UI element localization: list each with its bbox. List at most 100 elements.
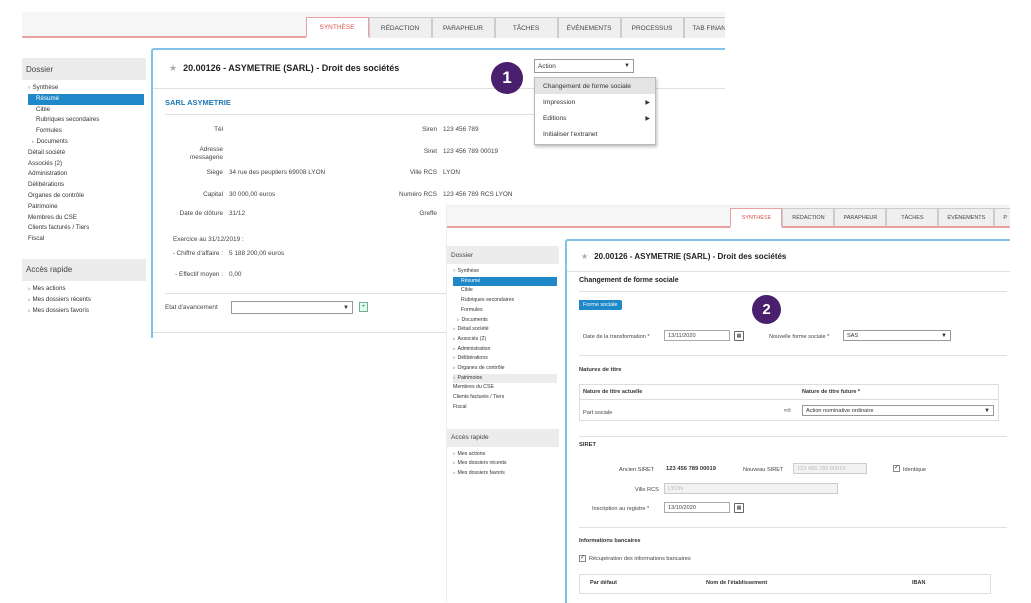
label-identique: Identique <box>903 467 927 473</box>
nav-item-formules[interactable]: Formules <box>28 126 146 137</box>
nouvelle-forme-sociale-select[interactable]: SAS ▼ <box>843 330 951 341</box>
tab-redaction[interactable]: RÉDACTION <box>368 17 432 38</box>
quick-item-dossiers-recents[interactable]: ▹ Mes dossiers récents <box>28 295 146 306</box>
menu-item-impression[interactable]: Impression ▶ <box>535 94 655 110</box>
tab-taches[interactable]: TÂCHES <box>494 17 558 38</box>
chevron-right-icon: ▹ <box>28 296 31 303</box>
menu-item-changement-forme-sociale[interactable]: Changement de forme sociale <box>535 78 655 94</box>
nav-item-deliberations[interactable]: Délibérations <box>28 180 146 191</box>
caret-right-icon: ▶ <box>645 99 650 106</box>
value-ville-rcs: LYON <box>443 169 460 176</box>
value-capital: 30 000,00 euros <box>229 191 276 198</box>
nouveau-siret-input[interactable]: 123 456 789 00019 <box>793 463 867 474</box>
etat-avancement-select[interactable]: ▼ <box>231 301 353 314</box>
forme-sociale-step-chip[interactable]: Forme sociale <box>579 300 622 310</box>
identique-checkbox[interactable]: ✓ <box>893 465 900 472</box>
nav-item-associes[interactable]: ▹ Associés (2) <box>453 335 559 345</box>
ville-rcs-input[interactable]: LYON <box>664 483 838 494</box>
nav-item-membres-cse[interactable]: Membres du CSE <box>453 383 559 393</box>
nav-item-organes-controle[interactable]: ▹ Organes de contrôle <box>453 364 559 374</box>
calendar-icon[interactable]: ▦ <box>734 331 744 341</box>
tab-synthese[interactable]: SYNTHÈSE <box>305 17 369 38</box>
chevron-right-icon: ▹ <box>32 138 35 145</box>
tab-processus[interactable]: P <box>994 208 1010 226</box>
nav-item-clients-factures[interactable]: Clients facturés / Tiers <box>28 223 146 234</box>
quick-item-dossiers-recents[interactable]: ▹ Mes dossiers récents <box>453 459 559 469</box>
col-nom-etablissement: Nom de l'établissement <box>706 580 768 586</box>
chevron-right-icon: ▹ <box>453 345 456 352</box>
nav-item-fiscal[interactable]: Fiscal <box>453 403 559 413</box>
action-select[interactable]: Action ▼ <box>534 59 634 73</box>
tab-tableau-financier[interactable]: TAB FINAN <box>683 17 725 38</box>
nav-item-synthese[interactable]: ▿ Synthèse <box>28 83 146 94</box>
label-siret: Siret <box>423 148 437 155</box>
nav-item-administration[interactable]: Administration <box>28 169 146 180</box>
label-inscription-registre: Inscription au registre * <box>592 506 650 512</box>
caret-down-icon: ▼ <box>624 63 630 69</box>
nav-item-synthese[interactable]: ▿ Synthèse <box>453 267 559 277</box>
nav-item-detail-societe[interactable]: ▹ Détail société <box>453 325 559 335</box>
label-adresse-messagerie: Adresse messagerie <box>189 146 223 161</box>
quick-item-mes-actions[interactable]: ▹ Mes actions <box>453 450 559 460</box>
page-title: ★ 20.00126 - ASYMETRIE (SARL) - Droit des… <box>169 63 400 73</box>
nav-item-clients-factures[interactable]: Clients facturés / Tiers <box>453 393 559 403</box>
nav-header-acces-rapide: Accès rapide <box>22 258 146 281</box>
nav-item-rubriques-secondaires[interactable]: Rubriques secondaires <box>453 296 559 306</box>
nav-item-associes[interactable]: Associés (2) <box>28 159 146 170</box>
nav-header-dossier: Dossier <box>447 246 559 264</box>
label-etat-avancement: Etat d'avancement <box>165 304 218 311</box>
label-ville-rcs: Ville RCS <box>635 487 659 493</box>
nav-item-deliberations[interactable]: ▹ Délibérations <box>453 354 559 364</box>
menu-item-editions[interactable]: Editions ▶ <box>535 110 655 126</box>
tab-evenements[interactable]: ÉVÉNEMENTS <box>938 208 995 226</box>
nav-item-formules[interactable]: Formules <box>453 306 559 316</box>
nature-titre-future-select[interactable]: Action nominative ordinaire ▼ <box>802 405 994 416</box>
nav-item-cible[interactable]: Cible <box>453 286 559 296</box>
label-nouveau-siret: Nouveau SIRET <box>743 467 784 473</box>
tab-parapheur[interactable]: PARAPHEUR <box>834 208 887 226</box>
date-transformation-input[interactable]: 13/11/2020 <box>664 330 730 341</box>
col-par-defaut: Par défaut <box>590 580 617 586</box>
value-ancien-siret: 123 456 789 00019 <box>666 466 716 472</box>
recuperation-bancaire-checkbox[interactable]: ✓ <box>579 555 586 562</box>
nav-item-resume[interactable]: Résumé <box>28 93 144 105</box>
calendar-icon[interactable]: ▦ <box>734 503 744 513</box>
value-siret: 123 456 789 00019 <box>443 148 499 155</box>
nav-item-organes-controle[interactable]: Organes de contrôle <box>28 191 146 202</box>
quick-item-dossiers-favoris[interactable]: ▹ Mes dossiers favoris <box>28 306 146 317</box>
nav-item-resume[interactable]: Résumé <box>453 276 557 287</box>
nav-item-detail-societe[interactable]: Détail société <box>28 148 146 159</box>
tab-bar: SYNTHÈSE RÉDACTION PARAPHEUR TÂCHES ÉVÉN… <box>22 12 725 38</box>
label-ancien-siret: Ancien SIRET <box>619 467 655 473</box>
label-chiffre-affaire: - Chiffre d'affaire : <box>172 250 223 257</box>
add-document-icon[interactable]: + <box>359 302 368 312</box>
tab-taches[interactable]: TÂCHES <box>886 208 939 226</box>
nav-item-patrimoine[interactable]: ▹ Patrimoine <box>453 373 557 384</box>
left-navigation: Dossier ▿ Synthèse Résumé Cible Rubriques… <box>22 58 146 316</box>
nav-item-rubriques-secondaires[interactable]: Rubriques secondaires <box>28 115 146 126</box>
value-siren: 123 456 789 <box>443 126 479 133</box>
star-icon[interactable]: ★ <box>581 252 588 261</box>
nav-item-fiscal[interactable]: Fiscal <box>28 234 146 245</box>
nav-item-membres-cse[interactable]: Membres du CSE <box>28 213 146 224</box>
label-date-transformation: Date de la transformation * <box>583 334 650 340</box>
natures-titre-table: Nature de titre actuelle Nature de titre… <box>579 384 999 421</box>
quick-item-dossiers-favoris[interactable]: ▹ Mes dossiers favoris <box>453 469 559 479</box>
label-effectif-moyen: - Effectif moyen : <box>175 271 223 278</box>
inscription-registre-input[interactable]: 13/10/2020 <box>664 502 730 513</box>
tab-processus[interactable]: PROCESSUS <box>620 17 684 38</box>
tab-parapheur[interactable]: PARAPHEUR <box>431 17 495 38</box>
tab-evenements[interactable]: ÉVÉNEMENTS <box>557 17 621 38</box>
chevron-down-icon: ▿ <box>28 85 31 91</box>
nav-item-documents[interactable]: ▹ Documents <box>453 316 559 326</box>
star-icon[interactable]: ★ <box>169 63 177 73</box>
nav-item-patrimoine[interactable]: Patrimoine <box>28 202 146 213</box>
nav-item-documents[interactable]: ▹ Documents <box>28 137 146 148</box>
tab-synthese[interactable]: SYNTHÈSE <box>730 208 783 228</box>
tab-redaction[interactable]: RÉDACTION <box>782 208 835 226</box>
quick-item-mes-actions[interactable]: ▹ Mes actions <box>28 284 146 295</box>
nav-item-administration[interactable]: ▹ Administration <box>453 345 559 355</box>
menu-item-initialiser-extranet[interactable]: Initialiser l'extranet <box>535 126 655 142</box>
nav-item-cible[interactable]: Cible <box>28 105 146 116</box>
chevron-right-icon: ▹ <box>28 285 31 292</box>
